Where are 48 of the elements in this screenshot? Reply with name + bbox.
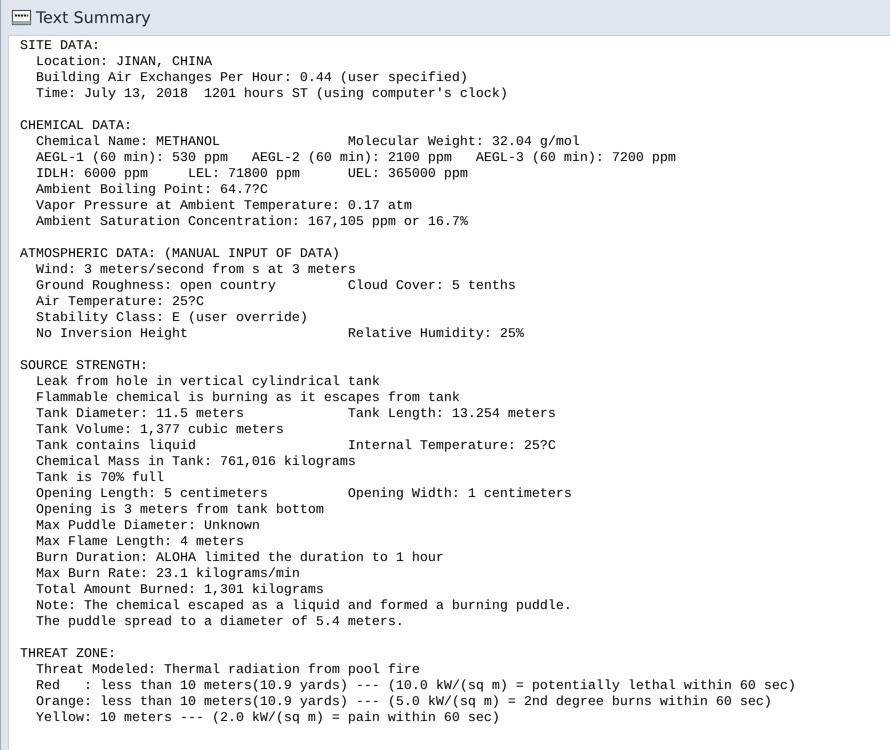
summary-line: Max Flame Length: 4 meters — [36, 535, 244, 551]
summary-line: AEGL-1 (60 min): 530 ppm AEGL-2 (60 min): 2100 ppm AEGL-3 (60 min): 7200 ppm — [36, 151, 676, 167]
summary-line: Yellow: 10 meters --- (2.0 kW/(sq m) = pain within 60 sec) — [36, 711, 500, 727]
summary-line: Opening is 3 meters from tank bottom — [36, 503, 324, 519]
summary-line: Note: The chemical escaped as a liquid and formed a burning puddle. — [36, 599, 572, 615]
summary-line: Wind: 3 meters/second from s at 3 meters — [36, 263, 356, 279]
window-title: Text Summary — [36, 6, 151, 28]
summary-line: Internal Temperature: 25?C — [348, 439, 556, 455]
summary-line: Orange: less than 10 meters(10.9 yards) --- (5.0 kW/(sq m) = 2nd degree burns within 60 sec) — [36, 695, 772, 711]
summary-line: Tank Length: 13.254 meters — [348, 407, 556, 423]
summary-line: Chemical Name: METHANOL — [36, 135, 220, 150]
summary-line: UEL: 365000 ppm — [348, 167, 468, 183]
summary-line: Max Burn Rate: 23.1 kilograms/min — [36, 567, 300, 583]
summary-line: Cloud Cover: 5 tenths — [348, 279, 516, 295]
summary-line: Tank contains liquid — [36, 439, 196, 454]
summary-line: The puddle spread to a diameter of 5.4 meters. — [36, 615, 404, 631]
summary-line: Air Temperature: 25?C — [36, 295, 204, 311]
summary-line: Tank is 70% full — [36, 471, 164, 487]
summary-line: Location: JINAN, CHINA — [36, 55, 212, 71]
summary-line: Ambient Saturation Concentration: 167,105 ppm or 16.7% — [36, 215, 468, 231]
section-heading: SITE DATA: — [20, 39, 101, 55]
summary-line: No Inversion Height — [36, 327, 188, 342]
summary-line: Ground Roughness: open country — [36, 279, 276, 294]
summary-line: Leak from hole in vertical cylindrical tank — [36, 375, 380, 391]
section-heading: THREAT ZONE: — [20, 647, 117, 663]
summary-line: IDLH: 6000 ppm LEL: 71800 ppm — [36, 167, 300, 182]
section-heading: ATMOSPHERIC DATA: (MANUAL INPUT OF DATA) — [20, 247, 341, 263]
summary-line: Tank Volume: 1,377 cubic meters — [36, 423, 284, 439]
text-window-icon — [12, 10, 31, 25]
summary-line: Flammable chemical is burning as it escapes from tank — [36, 391, 460, 407]
section-heading: SOURCE STRENGTH: — [20, 359, 149, 375]
summary-line: Tank Diameter: 11.5 meters — [36, 407, 244, 422]
summary-line: Relative Humidity: 25% — [348, 327, 524, 343]
summary-line: Stability Class: E (user override) — [36, 311, 308, 327]
summary-line: Threat Modeled: Thermal radiation from pool fire — [36, 663, 420, 679]
summary-line: Max Puddle Diameter: Unknown — [36, 519, 260, 535]
summary-line: Time: July 13, 2018 1201 hours ST (using computer's clock) — [36, 87, 508, 103]
summary-line: Vapor Pressure at Ambient Temperature: 0.17 atm — [36, 199, 412, 215]
summary-line: Chemical Mass in Tank: 761,016 kilograms — [36, 455, 356, 471]
summary-line: Building Air Exchanges Per Hour: 0.44 (user specified) — [36, 71, 468, 87]
summary-line: Burn Duration: ALOHA limited the duration to 1 hour — [36, 551, 444, 567]
summary-line: Molecular Weight: 32.04 g/mol — [348, 135, 580, 151]
summary-line: Ambient Boiling Point: 64.7?C — [36, 183, 268, 199]
summary-line: Total Amount Burned: 1,301 kilograms — [36, 583, 324, 599]
section-heading: CHEMICAL DATA: — [20, 119, 133, 135]
summary-line: Opening Width: 1 centimeters — [348, 487, 572, 503]
summary-line: Red : less than 10 meters(10.9 yards) --- (10.0 kW/(sq m) = potentially lethal within 60 sec) — [36, 679, 796, 695]
summary-line: Opening Length: 5 centimeters — [36, 487, 268, 502]
